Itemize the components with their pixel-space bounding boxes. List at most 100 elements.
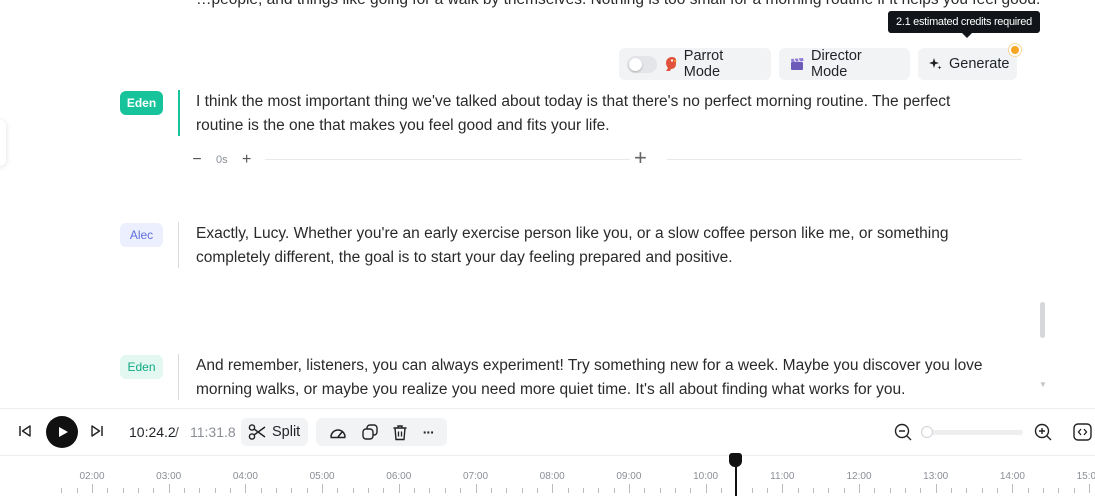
sparkle-icon [928, 57, 942, 71]
parrot-mode-toggle[interactable] [627, 55, 657, 73]
scrollbar-thumb[interactable] [1040, 302, 1045, 338]
timeline-minor-tick [889, 488, 891, 493]
timeline-minor-tick [490, 488, 492, 493]
timeline-label: 04:00 [232, 471, 258, 482]
timeline-label: 15:00 [1076, 471, 1095, 482]
split-button[interactable]: Split [241, 418, 308, 446]
timeline-minor-tick [966, 488, 968, 493]
segment-text[interactable]: And remember, listeners, you can always … [196, 354, 996, 408]
timeline-minor-tick [306, 488, 308, 493]
timeline-minor-tick [613, 488, 615, 493]
timeline-minor-tick [444, 488, 446, 493]
timeline-label: 11:00 [770, 471, 795, 482]
timeline-minor-tick [107, 488, 109, 493]
timeline-major-tick [1089, 484, 1091, 493]
timeline-minor-tick [690, 488, 692, 493]
timeline-minor-tick [368, 488, 370, 493]
side-panel-handle[interactable] [0, 120, 6, 166]
timeline-minor-tick [506, 488, 508, 493]
zoom-in-icon[interactable] [1034, 423, 1052, 441]
timeline-minor-tick [184, 488, 186, 493]
zoom-slider-track[interactable] [927, 430, 1023, 435]
increase-pause-button[interactable]: + [240, 151, 254, 169]
current-time: 10:24.2 [129, 424, 176, 440]
timeline-label: 13:00 [923, 471, 949, 482]
timeline-label: 09:00 [616, 471, 642, 482]
speaker-tag-eden[interactable]: Eden [120, 91, 163, 115]
trash-icon[interactable] [392, 424, 408, 441]
skip-forward-icon[interactable] [88, 422, 106, 440]
timeline-label: 10:00 [693, 471, 719, 482]
skip-back-icon[interactable] [16, 422, 34, 440]
segment-indicator [178, 354, 179, 400]
timeline-minor-tick [644, 488, 646, 493]
decrease-pause-button[interactable]: − [190, 151, 204, 169]
parrot-mode-label: Parrot Mode [683, 48, 724, 80]
speaker-tag-alec[interactable]: Alec [120, 223, 163, 247]
timeline-minor-tick [766, 488, 768, 493]
timeline-minor-tick [199, 488, 201, 493]
timeline-minor-tick [214, 488, 216, 493]
timeline-major-tick [552, 484, 554, 493]
speaker-tag-eden[interactable]: Eden [120, 355, 163, 379]
timeline-minor-tick [61, 488, 63, 493]
play-button[interactable] [46, 416, 78, 448]
code-view-icon[interactable] [1073, 423, 1092, 441]
split-label: Split [272, 424, 301, 440]
timeline-minor-tick [981, 488, 983, 493]
timeline-minor-tick [843, 488, 845, 493]
pause-control: − 0s + [190, 151, 254, 169]
timeline-label: 14:00 [999, 471, 1025, 482]
time-separator: / [175, 424, 179, 440]
timeline-major-tick [245, 484, 247, 493]
timeline-label: 02:00 [79, 471, 105, 482]
timeline-major-tick [398, 484, 400, 493]
timeline-minor-tick [383, 488, 385, 493]
timeline-minor-tick [291, 488, 293, 493]
play-icon [59, 427, 68, 437]
timeline-minor-tick [828, 488, 830, 493]
timeline-minor-tick [460, 488, 462, 493]
zoom-slider-handle[interactable] [921, 426, 933, 438]
scroll-down-arrow[interactable]: ▼ [1039, 380, 1047, 389]
timeline-minor-tick [812, 488, 814, 493]
clapperboard-icon [790, 57, 804, 71]
speed-icon[interactable] [329, 424, 347, 440]
total-time: 11:31.8 [190, 424, 236, 440]
timeline-minor-tick [1027, 488, 1029, 493]
timeline-minor-tick [153, 488, 155, 493]
timeline-minor-tick [797, 488, 799, 493]
zoom-out-icon[interactable] [894, 423, 912, 441]
timeline-minor-tick [352, 488, 354, 493]
segment-text[interactable]: Exactly, Lucy. Whether you're an early e… [196, 222, 996, 270]
duplicate-icon[interactable] [362, 424, 378, 440]
timeline-label: 07:00 [462, 471, 489, 482]
timeline-major-tick [1012, 484, 1014, 493]
timeline-major-tick [859, 484, 860, 493]
segment-text[interactable]: I think the most important thing we've t… [196, 90, 996, 138]
director-mode-button[interactable]: Director Mode [779, 48, 910, 80]
parrot-mode-button[interactable]: Parrot Mode [619, 48, 771, 80]
director-mode-label: Director Mode [811, 48, 862, 80]
pause-value: 0s [216, 154, 228, 166]
divider-line [667, 159, 1022, 160]
timeline-minor-tick [337, 488, 339, 493]
timeline-major-tick [935, 484, 937, 493]
timeline-minor-tick [138, 488, 140, 493]
timeline-major-tick [628, 484, 630, 493]
timeline-minor-tick [414, 488, 416, 493]
more-options-icon[interactable]: ··· [423, 424, 435, 440]
timeline-minor-tick [567, 488, 569, 493]
timeline-minor-tick [659, 488, 661, 493]
generate-button[interactable]: Generate [918, 48, 1017, 80]
timeline-minor-tick [674, 488, 676, 493]
timeline-minor-tick [1073, 488, 1075, 493]
playhead-handle[interactable] [729, 453, 742, 467]
add-segment-button[interactable]: + [634, 147, 647, 169]
timeline-label: 06:00 [386, 471, 412, 482]
timeline-label: 05:00 [309, 471, 335, 482]
scissors-icon [248, 424, 266, 440]
parrot-icon [663, 56, 677, 72]
timeline-minor-tick [920, 488, 922, 493]
segment-indicator [178, 90, 180, 136]
